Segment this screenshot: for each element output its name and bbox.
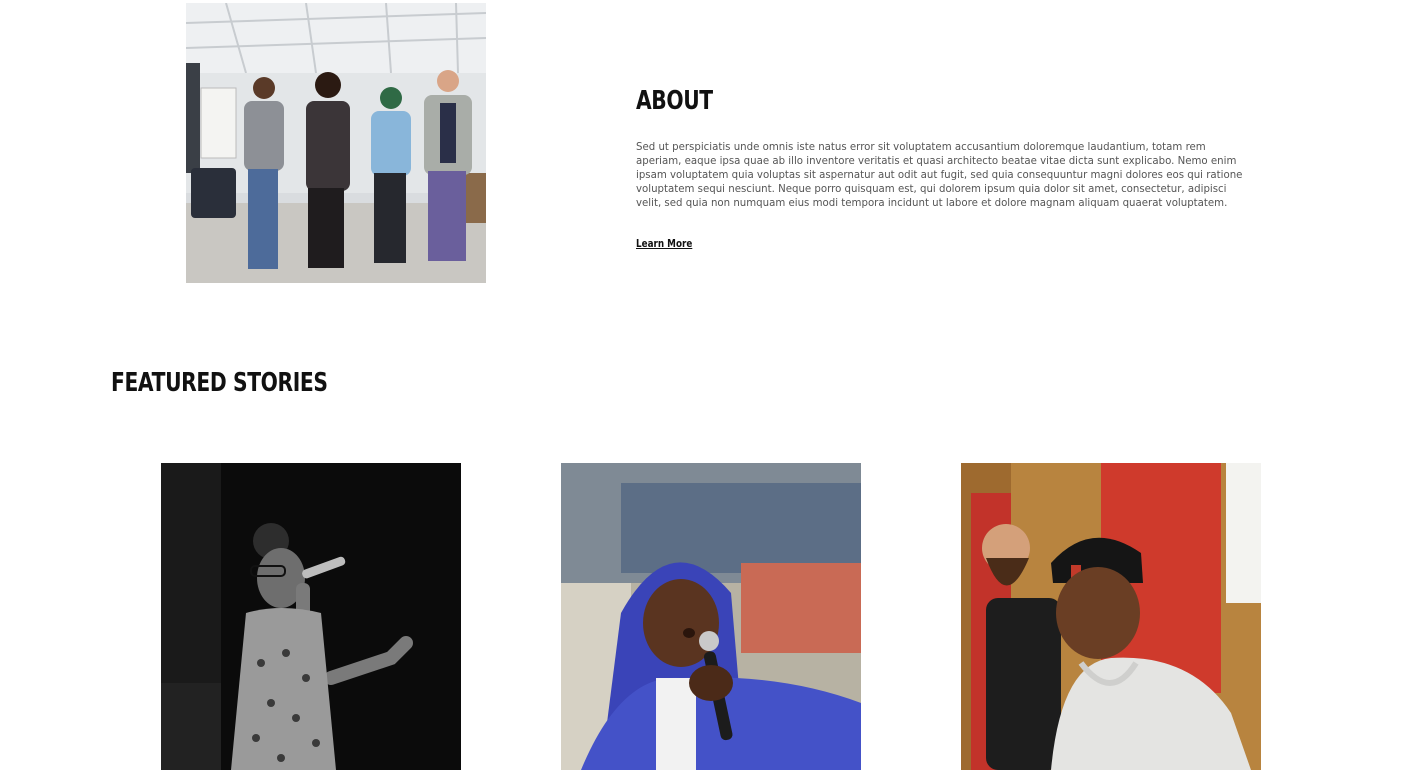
singer-bw-photo	[161, 463, 461, 770]
two-men-portrait-photo	[961, 463, 1261, 770]
about-body-text: Sed ut perspiciatis unde omnis iste natu…	[636, 142, 1243, 209]
featured-stories-heading: FEATURED STORIES	[111, 368, 328, 398]
about-heading: ABOUT	[636, 86, 713, 116]
about-group-photo	[186, 3, 486, 283]
story-card-1[interactable]	[161, 463, 461, 770]
story-card-3[interactable]	[961, 463, 1261, 770]
hooded-singer-photo	[561, 463, 861, 770]
story-card-2[interactable]	[561, 463, 861, 770]
learn-more-link[interactable]: Learn More	[636, 237, 692, 250]
page: ABOUT Sed ut perspiciatis unde omnis ist…	[0, 0, 1425, 770]
